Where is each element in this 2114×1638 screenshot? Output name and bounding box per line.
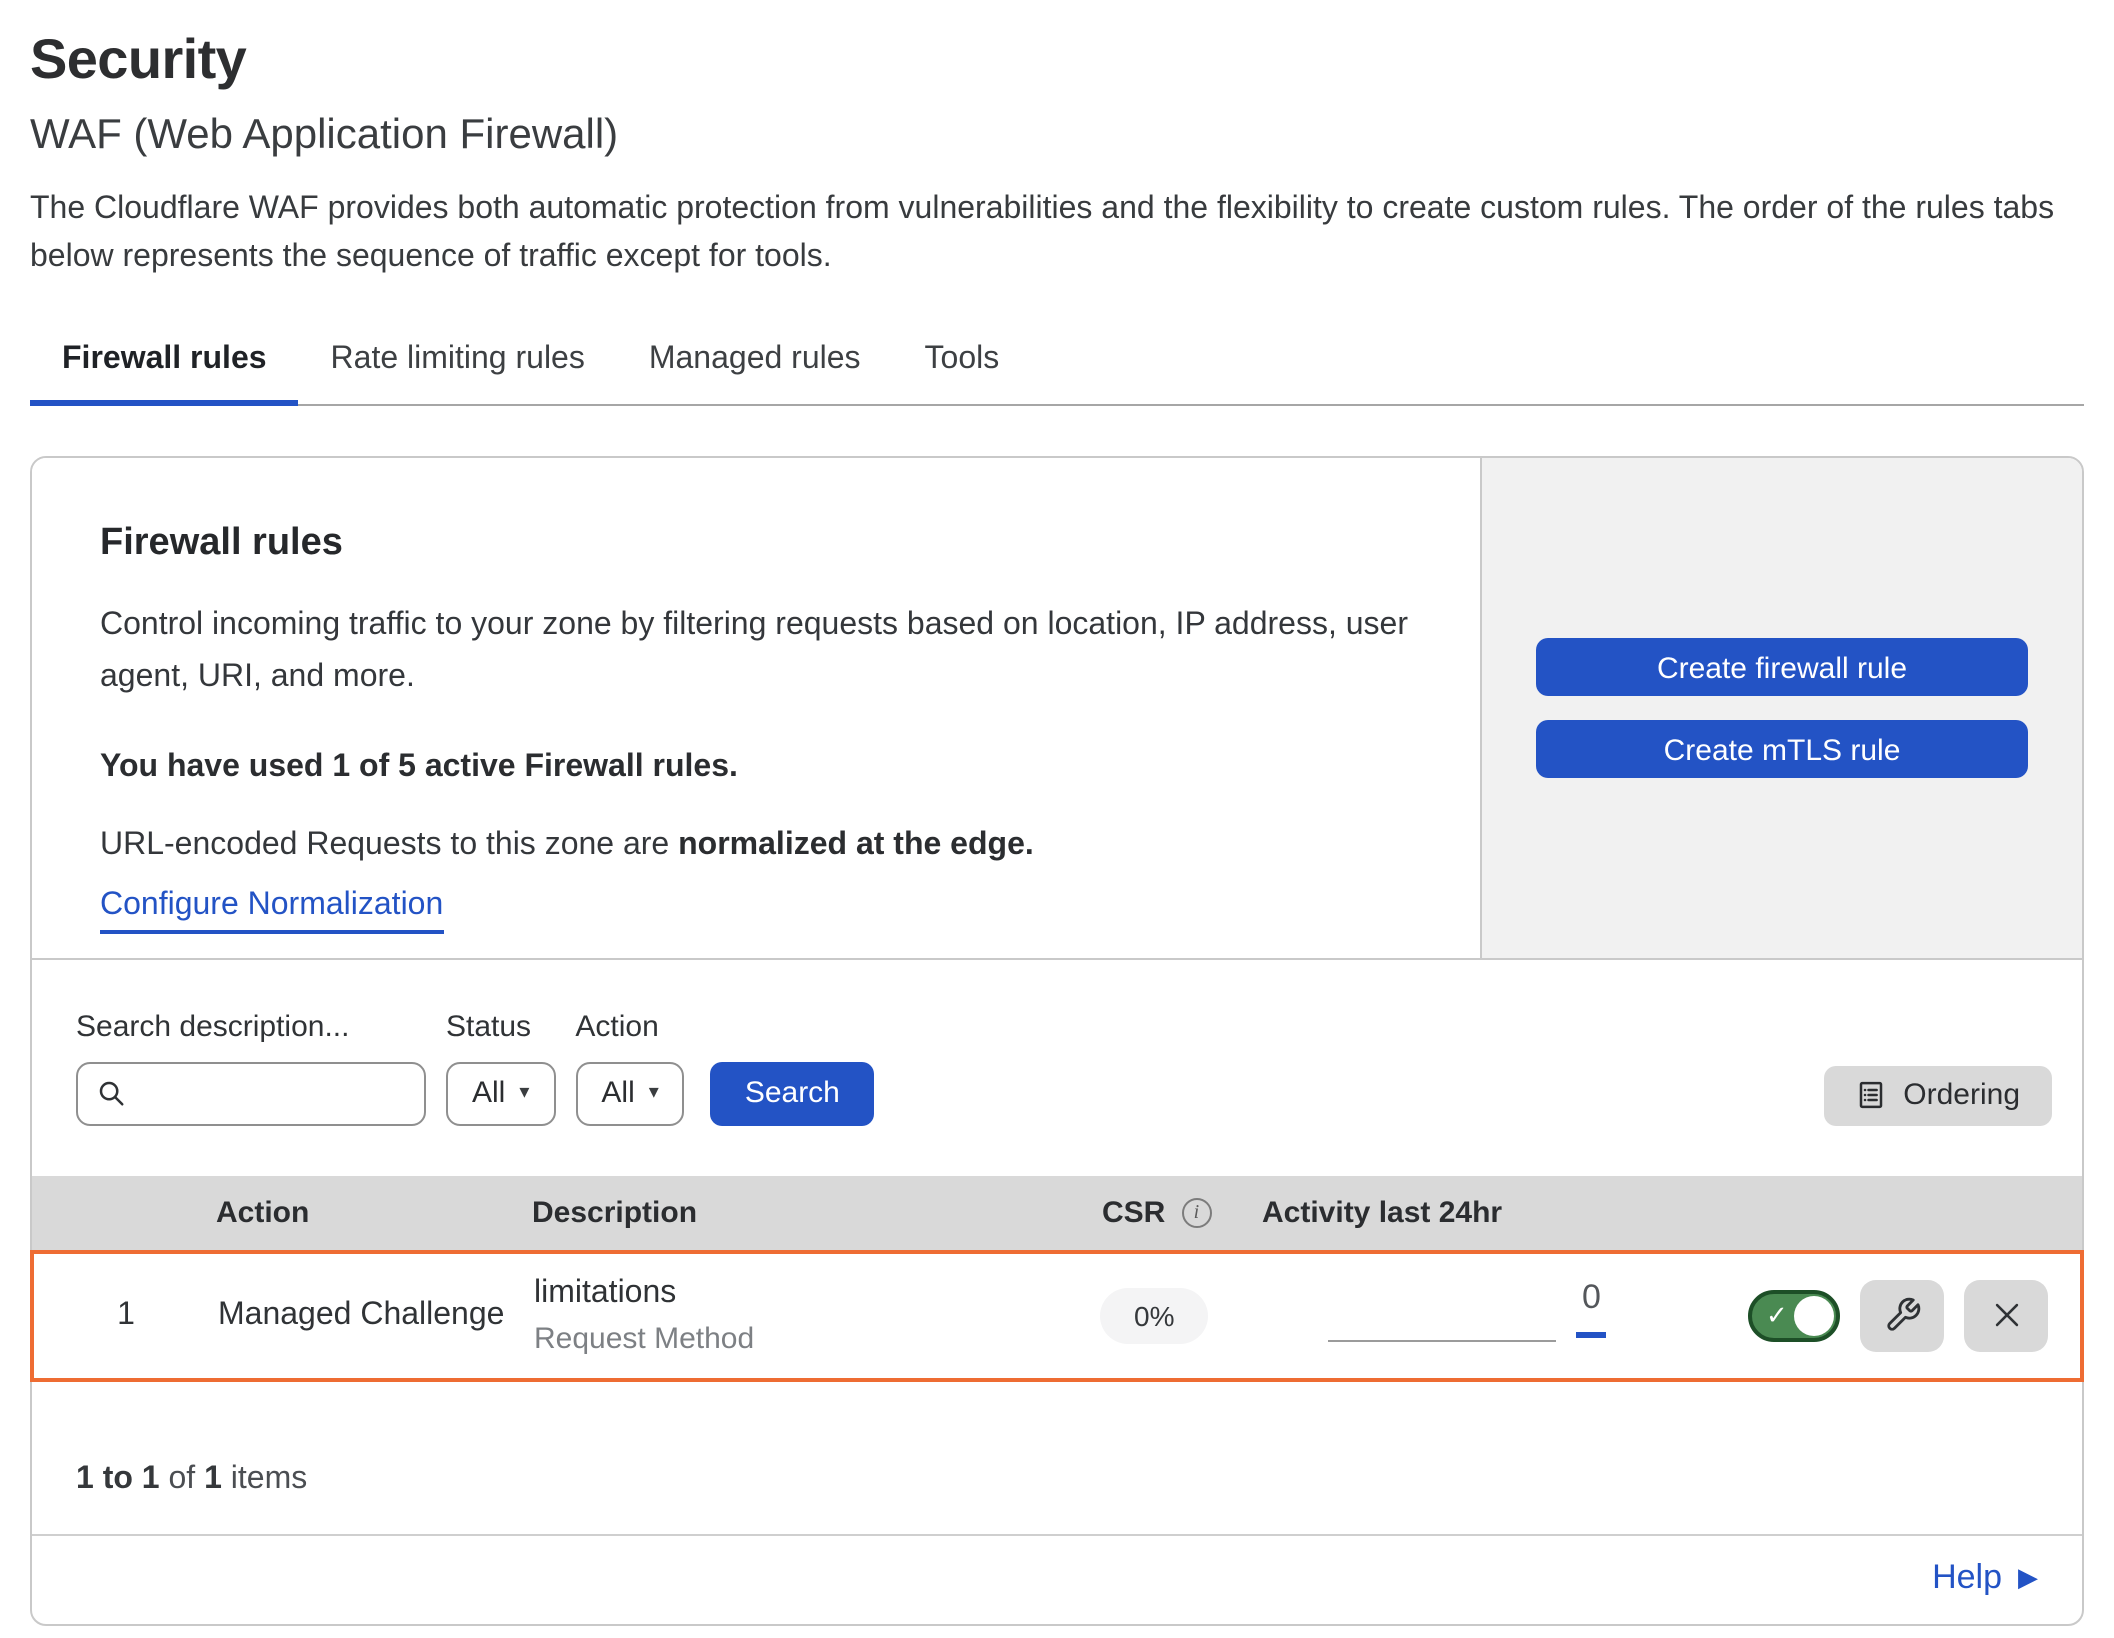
header-description: Description (532, 1196, 1102, 1230)
create-firewall-rule-button[interactable]: Create firewall rule (1536, 638, 2028, 696)
row-action: Managed Challenge (218, 1298, 534, 1334)
wrench-icon (1883, 1297, 1921, 1335)
page-description: The Cloudflare WAF provides both automat… (30, 186, 2070, 282)
items-word: items (222, 1462, 307, 1496)
activity-count-link[interactable]: 0 (1576, 1278, 1607, 1338)
pagination-summary: 1 to 1 of 1 items (32, 1382, 2082, 1498)
action-filter-group: Action All ▾ (575, 1010, 684, 1126)
help-link-label: Help (1932, 1558, 2002, 1598)
header-action: Action (216, 1196, 532, 1230)
normalization-note-bold: normalized at the edge. (678, 828, 1034, 862)
tab-tools[interactable]: Tools (893, 324, 1032, 404)
create-mtls-rule-button[interactable]: Create mTLS rule (1536, 720, 2028, 778)
row-csr-cell: 0% (1100, 1288, 1260, 1344)
normalization-note-text: URL-encoded Requests to this zone are (100, 828, 678, 862)
delete-rule-button[interactable] (1964, 1280, 2048, 1352)
row-activity-cell: 0 (1260, 1254, 1740, 1378)
search-button[interactable]: Search (711, 1062, 874, 1126)
normalization-note: URL-encoded Requests to this zone are no… (100, 828, 1420, 864)
action-select[interactable]: All ▾ (575, 1062, 684, 1126)
row-description-sub: Request Method (534, 1322, 1100, 1356)
activity-sparkline (1328, 1340, 1556, 1342)
arrow-right-icon: ▶ (2018, 1565, 2038, 1591)
status-selected-value: All (472, 1077, 505, 1111)
card-intro-text: Firewall rules Control incoming traffic … (32, 458, 1480, 958)
ordering-list-icon (1855, 1081, 1885, 1111)
status-label: Status (446, 1010, 555, 1044)
check-icon: ✓ (1766, 1300, 1788, 1332)
page-title: Security (30, 28, 2084, 92)
ordering-button-label: Ordering (1903, 1079, 2020, 1113)
firewall-rules-card: Firewall rules Control incoming traffic … (30, 456, 2084, 1626)
items-total: 1 (204, 1462, 222, 1496)
status-filter-group: Status All ▾ (446, 1010, 555, 1126)
action-label: Action (575, 1010, 684, 1044)
row-priority: 1 (34, 1298, 218, 1334)
search-label: Search description... (76, 1010, 426, 1044)
help-link[interactable]: Help ▶ (1932, 1558, 2038, 1598)
security-waf-page: Security WAF (Web Application Firewall) … (0, 0, 2114, 1638)
row-description-cell: limitations Request Method (534, 1276, 1100, 1356)
csr-badge: 0% (1100, 1288, 1208, 1344)
chevron-down-icon: ▾ (519, 1083, 529, 1105)
header-csr: CSR i (1102, 1196, 1262, 1230)
header-csr-label: CSR (1102, 1196, 1165, 1230)
tab-managed-rules[interactable]: Managed rules (617, 324, 893, 404)
action-selected-value: All (601, 1077, 634, 1111)
card-intro-section: Firewall rules Control incoming traffic … (32, 458, 2082, 958)
tab-firewall-rules[interactable]: Firewall rules (30, 324, 299, 404)
status-select[interactable]: All ▾ (446, 1062, 555, 1126)
card-description: Control incoming traffic to your zone by… (100, 600, 1420, 704)
usage-summary: You have used 1 of 5 active Firewall rul… (100, 750, 1420, 786)
filter-bar: Search description... Status All ▾ (32, 958, 2082, 1176)
page-subtitle: WAF (Web Application Firewall) (30, 112, 2084, 160)
search-filter-group: Search description... (76, 1010, 426, 1126)
search-icon (96, 1079, 126, 1109)
waf-tabs: Firewall rules Rate limiting rules Manag… (30, 324, 2084, 406)
info-icon[interactable]: i (1181, 1198, 1211, 1228)
card-actions-panel: Create firewall rule Create mTLS rule (1480, 458, 2082, 958)
toggle-knob (1794, 1296, 1834, 1336)
close-icon (1989, 1299, 2023, 1333)
tab-rate-limiting-rules[interactable]: Rate limiting rules (299, 324, 617, 404)
of-word: of (160, 1462, 204, 1496)
search-input[interactable] (140, 1075, 406, 1113)
help-row: Help ▶ (32, 1536, 2082, 1624)
items-range: 1 to 1 (76, 1462, 160, 1496)
header-activity: Activity last 24hr (1262, 1196, 1742, 1230)
card-heading: Firewall rules (100, 522, 1420, 566)
configure-normalization-link[interactable]: Configure Normalization (100, 888, 443, 934)
edit-rule-button[interactable] (1860, 1280, 1944, 1352)
rule-enabled-toggle[interactable]: ✓ (1748, 1290, 1840, 1342)
ordering-button[interactable]: Ordering (1823, 1066, 2052, 1126)
table-row: 1 Managed Challenge limitations Request … (30, 1250, 2084, 1382)
search-box (76, 1062, 426, 1126)
row-controls: ✓ (1740, 1280, 2080, 1352)
chevron-down-icon: ▾ (649, 1083, 659, 1105)
row-description: limitations (534, 1276, 1100, 1312)
table-header: Action Description CSR i Activity last 2… (32, 1176, 2082, 1250)
